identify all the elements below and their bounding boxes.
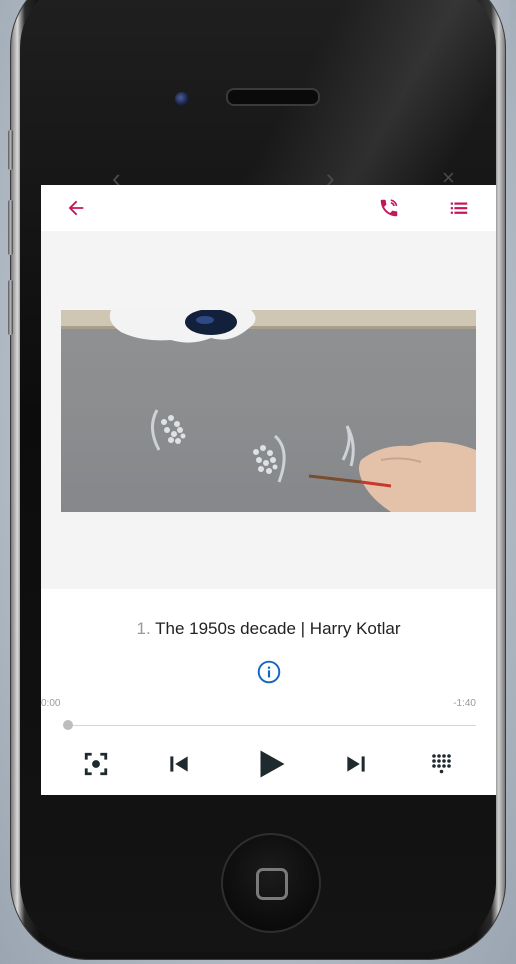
list-icon: [450, 202, 468, 214]
skip-previous-icon: [170, 756, 188, 772]
back-button[interactable]: [61, 193, 91, 223]
app-bar: [41, 185, 496, 231]
video-frame[interactable]: [61, 310, 476, 512]
track-title-text: The 1950s decade | Harry Kotlar: [155, 619, 401, 638]
elapsed-time: 0:00: [41, 698, 61, 709]
playlist-button[interactable]: [444, 193, 474, 223]
info-circle-icon: [257, 660, 281, 684]
previous-button[interactable]: [162, 747, 196, 781]
skip-next-icon: [347, 756, 365, 772]
video-area: [41, 231, 496, 589]
app-screen: 1. The 1950s decade | Harry Kotlar 0:00 …: [41, 185, 496, 795]
seek-handle[interactable]: [63, 720, 73, 730]
fullscreen-button[interactable]: [79, 747, 113, 781]
remaining-time: -1:40: [453, 698, 476, 709]
play-icon: [260, 750, 285, 778]
focus-frame-icon: [84, 752, 108, 776]
phone-call-icon: [380, 199, 398, 217]
player-panel: 1. The 1950s decade | Harry Kotlar 0:00 …: [41, 589, 496, 795]
earpiece-speaker: [226, 88, 320, 106]
front-camera: [175, 92, 189, 106]
mute-switch: [8, 130, 13, 170]
seek-bar[interactable]: [68, 725, 476, 726]
call-button[interactable]: [374, 193, 404, 223]
volume-up-button: [8, 200, 13, 255]
next-button[interactable]: [339, 747, 373, 781]
volume-down-button: [8, 280, 13, 335]
play-button[interactable]: [251, 747, 291, 781]
video-thumbnail: [61, 310, 476, 512]
info-button[interactable]: [256, 659, 282, 685]
home-square-icon: [256, 868, 288, 900]
track-title: 1. The 1950s decade | Harry Kotlar: [41, 619, 496, 639]
home-button[interactable]: [221, 833, 321, 933]
arrow-left-icon: [68, 200, 84, 216]
keypad-button[interactable]: [424, 747, 458, 781]
track-number: 1.: [136, 619, 151, 638]
dial-pad-icon: [432, 754, 451, 774]
